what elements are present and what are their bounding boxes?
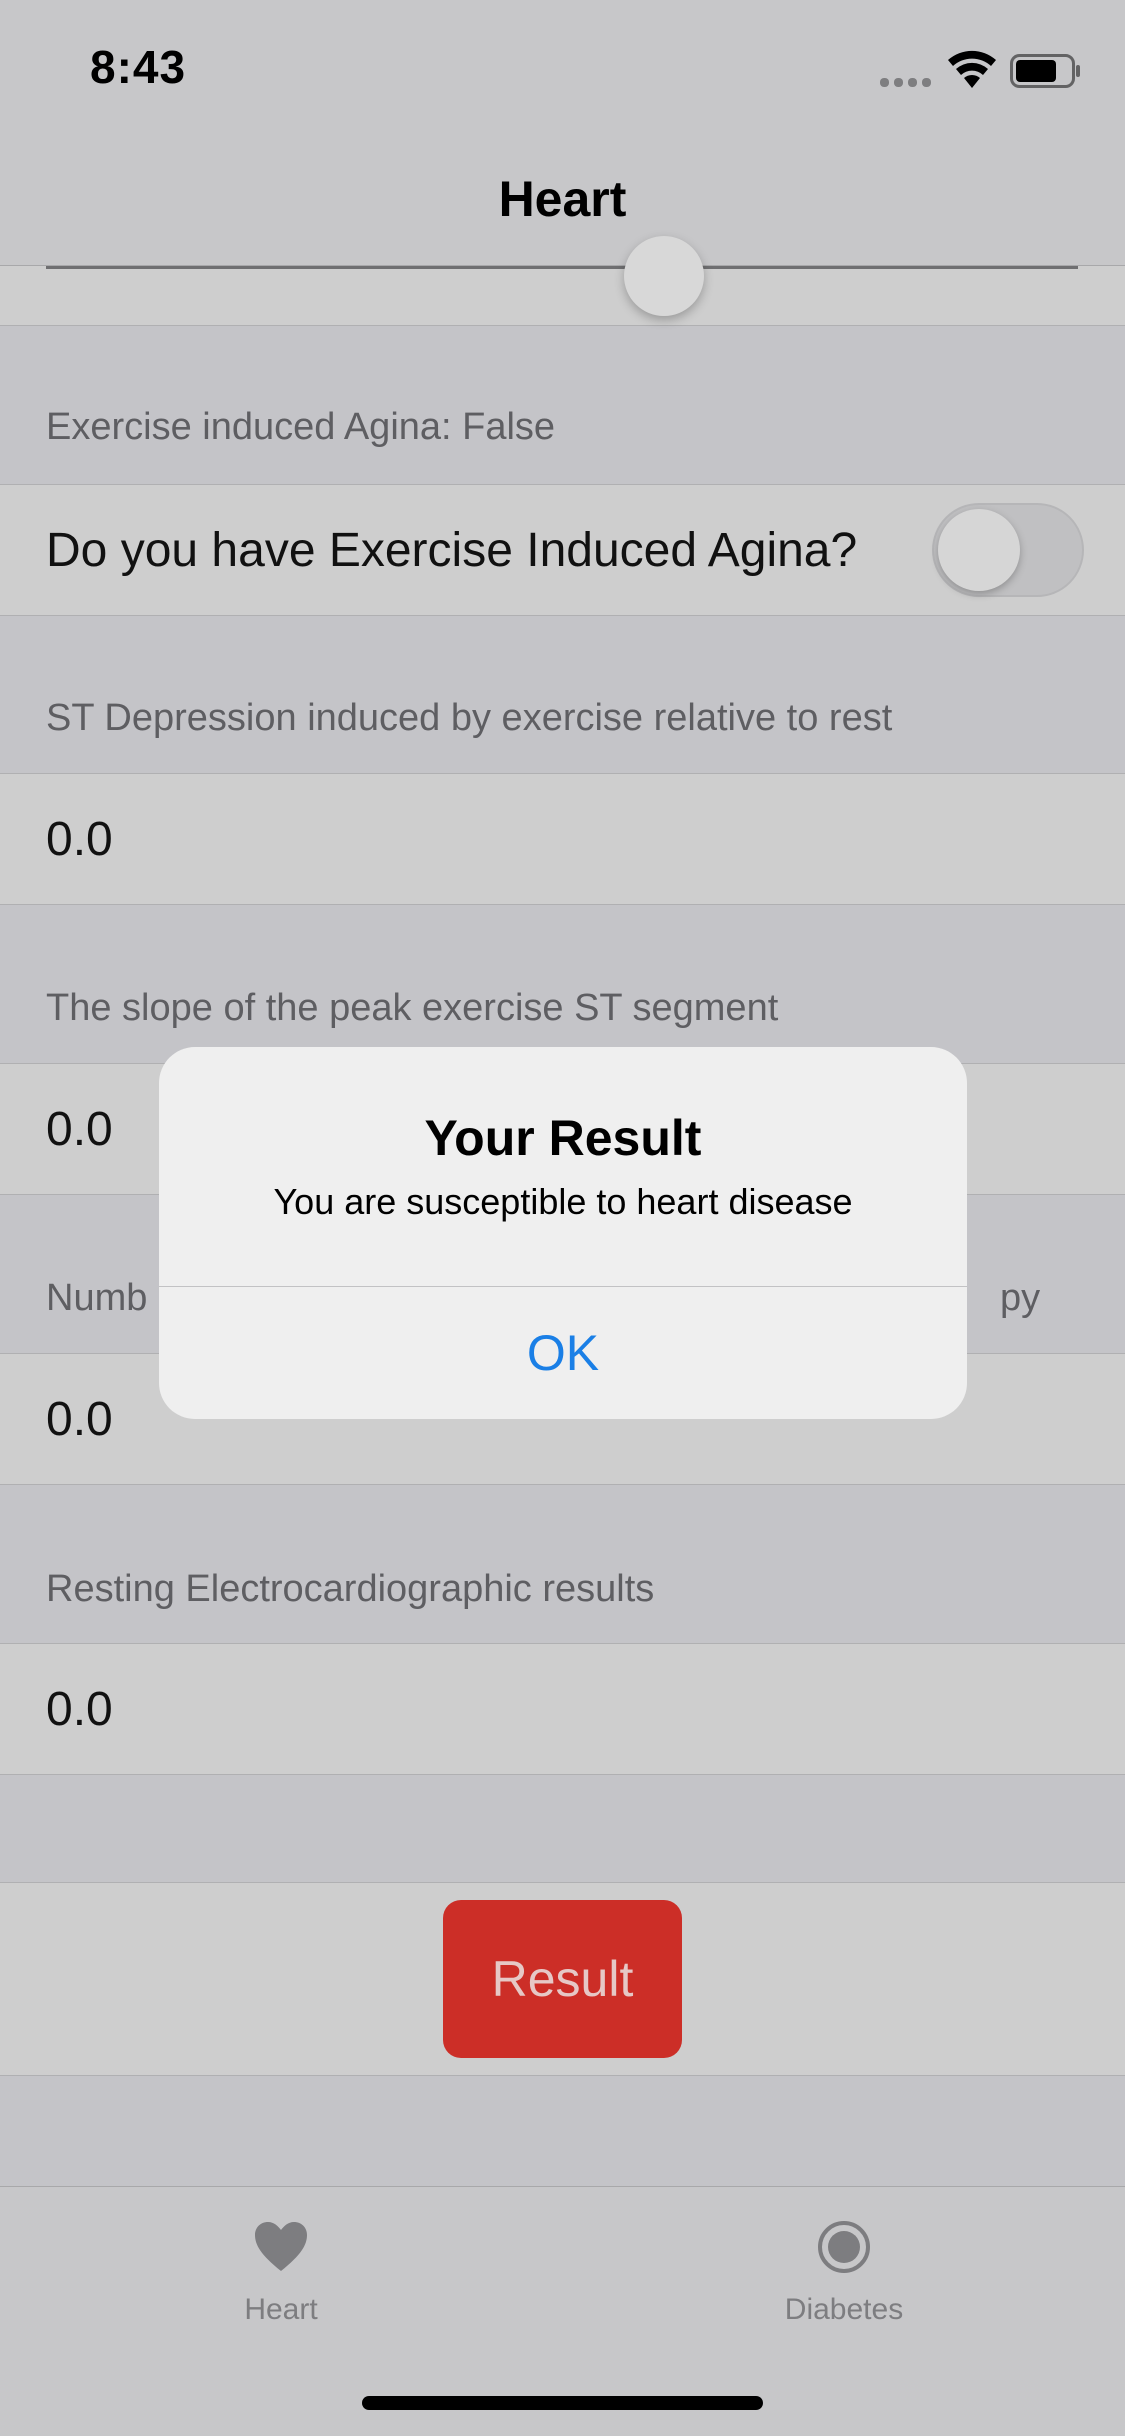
slider-track[interactable]	[46, 266, 1078, 269]
tab-diabetes-label: Diabetes	[784, 2293, 904, 2326]
status-time: 8:43	[90, 41, 187, 93]
resting-ecg-field[interactable]: 0.0	[0, 1643, 1125, 1775]
battery-icon	[1010, 54, 1080, 88]
st-depression-value: 0.0	[46, 813, 113, 866]
wifi-icon	[948, 50, 996, 88]
status-bar: 8:43	[0, 0, 1125, 132]
heart-icon	[255, 2222, 307, 2271]
slider-row	[0, 236, 1125, 326]
alert-title: Your Result	[424, 1110, 702, 1166]
alert-ok-button[interactable]: OK	[159, 1287, 967, 1419]
result-button[interactable]: Result	[443, 1900, 682, 2058]
tab-heart-label: Heart	[244, 2293, 318, 2326]
resting-ecg-value: 0.0	[46, 1683, 113, 1736]
diabetes-icon	[818, 2221, 870, 2273]
page-title: Heart	[498, 171, 627, 227]
result-section: Result	[0, 1882, 1125, 2076]
resting-ecg-header: Resting Electrocardiographic results	[46, 1568, 655, 1610]
tab-heart[interactable]: Heart	[161, 2217, 401, 2347]
vessels-header-left: Numb	[46, 1277, 148, 1319]
slope-header: The slope of the peak exercise ST segmen…	[46, 987, 779, 1029]
navigation-bar: Heart	[0, 132, 1125, 266]
st-depression-header: ST Depression induced by exercise relati…	[46, 697, 893, 739]
vessels-value: 0.0	[46, 1393, 113, 1446]
exercise-angina-header: Exercise induced Agina: False	[46, 406, 556, 448]
alert-message: You are susceptible to heart disease	[273, 1181, 853, 1222]
exercise-angina-toggle[interactable]	[932, 503, 1084, 597]
vessels-header-right: py	[1000, 1277, 1041, 1319]
toggle-knob	[938, 509, 1020, 591]
slider-thumb[interactable]	[624, 236, 704, 316]
exercise-angina-cell: Do you have Exercise Induced Agina?	[0, 484, 1125, 616]
home-indicator	[362, 2396, 763, 2410]
cellular-signal-icon	[880, 74, 936, 87]
tab-diabetes[interactable]: Diabetes	[724, 2217, 964, 2347]
exercise-angina-question: Do you have Exercise Induced Agina?	[46, 524, 858, 577]
slope-value: 0.0	[46, 1103, 113, 1156]
result-alert-dialog: Your Result You are susceptible to heart…	[159, 1047, 967, 1419]
st-depression-field[interactable]: 0.0	[0, 773, 1125, 905]
